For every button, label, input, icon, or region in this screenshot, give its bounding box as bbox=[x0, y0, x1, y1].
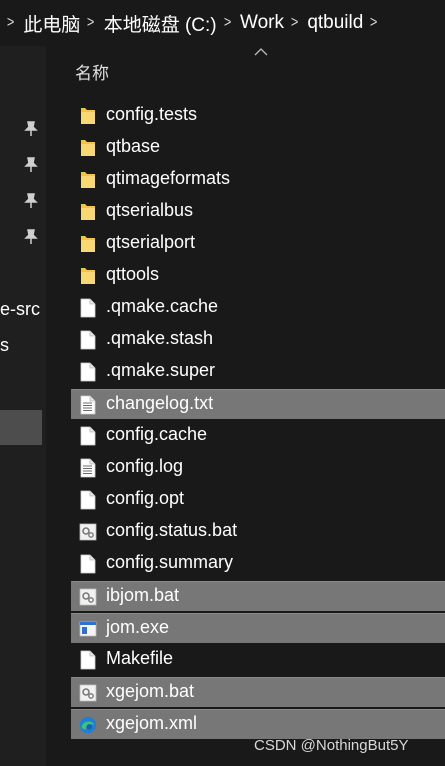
file-name: config.cache bbox=[106, 424, 208, 444]
file-name: config.tests bbox=[106, 104, 198, 124]
file-name: qtserialbus bbox=[106, 200, 194, 220]
sidebar-item-text[interactable]: s bbox=[0, 335, 9, 356]
file-icon bbox=[80, 554, 96, 574]
sort-ascending-icon bbox=[254, 48, 268, 56]
file-row[interactable]: .qmake.super bbox=[71, 357, 445, 387]
file-row[interactable]: config.cache bbox=[71, 421, 445, 451]
batch-file-icon bbox=[79, 523, 97, 541]
sidebar-item-text[interactable]: e-src bbox=[0, 299, 40, 320]
file-name: config.opt bbox=[106, 488, 185, 508]
folder-icon bbox=[81, 108, 95, 124]
file-name: .qmake.super bbox=[106, 360, 216, 380]
file-icon bbox=[80, 490, 96, 510]
file-row[interactable]: qttools bbox=[71, 261, 445, 291]
file-name: Makefile bbox=[106, 648, 174, 668]
file-name: jom.exe bbox=[106, 617, 170, 637]
file-row[interactable]: config.log bbox=[71, 453, 445, 483]
file-icon bbox=[80, 330, 96, 350]
file-row[interactable]: qtserialport bbox=[71, 229, 445, 259]
file-name: config.log bbox=[106, 456, 184, 476]
file-row[interactable]: config.tests bbox=[71, 101, 445, 131]
file-name: qttools bbox=[106, 264, 160, 284]
file-row[interactable]: changelog.txt bbox=[71, 389, 445, 419]
sidebar-item-selected[interactable] bbox=[0, 410, 42, 445]
file-row[interactable]: qtimageformats bbox=[71, 165, 445, 195]
folder-icon bbox=[81, 268, 95, 284]
file-row[interactable]: xgejom.bat bbox=[71, 677, 445, 707]
file-name: qtbase bbox=[106, 136, 161, 156]
pin-icon[interactable] bbox=[24, 229, 38, 245]
text-file-icon bbox=[80, 395, 96, 415]
file-row[interactable]: config.status.bat bbox=[71, 517, 445, 547]
batch-file-icon bbox=[79, 684, 97, 702]
file-name: .qmake.cache bbox=[106, 296, 219, 316]
file-name: xgejom.xml bbox=[106, 713, 198, 733]
file-name: qtimageformats bbox=[106, 168, 231, 188]
file-icon bbox=[80, 362, 96, 382]
breadcrumb-item-this-pc[interactable]: 此电脑 bbox=[23, 10, 80, 37]
file-icon bbox=[80, 298, 96, 318]
file-row[interactable]: qtserialbus bbox=[71, 197, 445, 227]
file-row[interactable]: config.summary bbox=[71, 549, 445, 579]
watermark: CSDN @NothingBut5Y bbox=[254, 737, 409, 754]
navigation-pane: e-src s bbox=[0, 46, 46, 766]
chevron-right-icon[interactable]: > bbox=[291, 14, 298, 32]
breadcrumb-item-work[interactable]: Work bbox=[240, 12, 284, 34]
file-name: .qmake.stash bbox=[106, 328, 214, 348]
file-icon bbox=[80, 650, 96, 670]
breadcrumb-item-local-disk[interactable]: 本地磁盘 (C:) bbox=[104, 10, 217, 37]
file-name: changelog.txt bbox=[106, 393, 214, 413]
folder-icon bbox=[81, 236, 95, 252]
breadcrumb-item-qtbuild[interactable]: qtbuild bbox=[307, 12, 363, 34]
file-name: config.summary bbox=[106, 552, 234, 572]
file-name: config.status.bat bbox=[106, 520, 238, 540]
edge-icon bbox=[79, 716, 97, 734]
folder-icon bbox=[81, 172, 95, 188]
file-row[interactable]: Makefile bbox=[71, 645, 445, 675]
chevron-right-icon[interactable]: > bbox=[370, 14, 377, 32]
file-row[interactable]: config.opt bbox=[71, 485, 445, 515]
file-row[interactable]: jom.exe bbox=[71, 613, 445, 643]
breadcrumb: > 此电脑 > 本地磁盘 (C:) > Work > qtbuild > bbox=[0, 0, 445, 46]
pin-icon[interactable] bbox=[24, 121, 38, 137]
file-row[interactable]: xgejom.xml bbox=[71, 709, 445, 739]
file-name: xgejom.bat bbox=[106, 681, 195, 701]
exe-file-icon bbox=[79, 621, 97, 637]
file-name: ibjom.bat bbox=[106, 585, 180, 605]
text-file-icon bbox=[80, 458, 96, 478]
folder-icon bbox=[81, 140, 95, 156]
batch-file-icon bbox=[79, 588, 97, 606]
chevron-right-icon[interactable]: > bbox=[7, 14, 14, 32]
file-list: 名称 config.tests qtbase qtimageformats qtser… bbox=[46, 46, 445, 766]
column-header-name[interactable]: 名称 bbox=[75, 59, 109, 84]
pin-icon[interactable] bbox=[24, 157, 38, 173]
file-row[interactable]: .qmake.cache bbox=[71, 293, 445, 323]
folder-icon bbox=[81, 204, 95, 220]
file-row[interactable]: .qmake.stash bbox=[71, 325, 445, 355]
chevron-right-icon[interactable]: > bbox=[224, 14, 231, 32]
chevron-right-icon[interactable]: > bbox=[87, 14, 94, 32]
file-name: qtserialport bbox=[106, 232, 196, 252]
file-row[interactable]: ibjom.bat bbox=[71, 581, 445, 611]
pin-icon[interactable] bbox=[24, 193, 38, 209]
file-row[interactable]: qtbase bbox=[71, 133, 445, 163]
file-icon bbox=[80, 426, 96, 446]
